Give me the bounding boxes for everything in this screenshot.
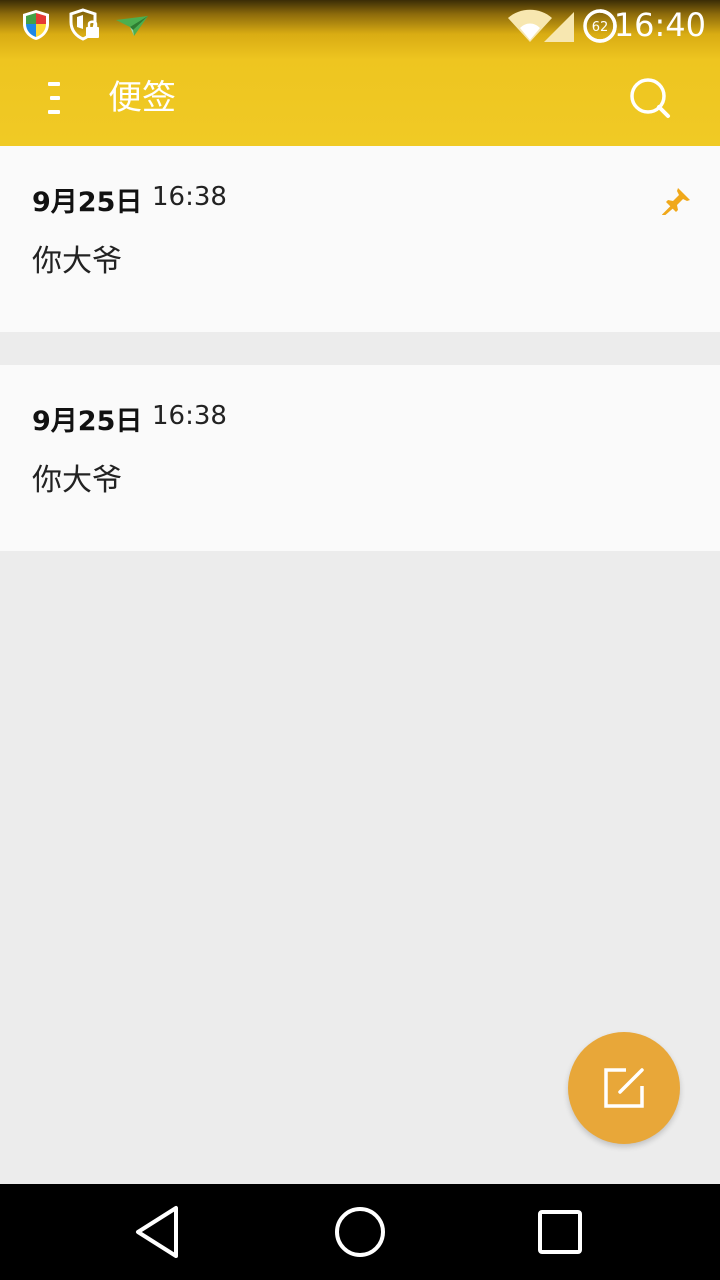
home-button[interactable] xyxy=(330,1202,390,1262)
note-list: 9月25日 16:38 你大爷 9月25日 16:38 你大爷 xyxy=(0,146,720,551)
menu-icon xyxy=(28,82,84,130)
search-button[interactable] xyxy=(624,72,676,124)
edit-note-icon xyxy=(604,1068,644,1108)
shield-icon xyxy=(20,8,54,42)
note-date: 9月25日 xyxy=(32,406,143,437)
app-bar: 便签 xyxy=(0,50,720,146)
new-note-button[interactable] xyxy=(568,1032,680,1144)
menu-button[interactable] xyxy=(28,70,84,126)
navigation-bar xyxy=(0,1184,720,1280)
recents-button[interactable] xyxy=(530,1202,590,1262)
back-button[interactable] xyxy=(130,1202,190,1262)
header: 62 16:40 便签 xyxy=(0,0,720,146)
status-bar: 62 16:40 xyxy=(0,0,720,50)
battery-icon: 62 xyxy=(582,8,618,44)
paper-plane-icon xyxy=(114,8,148,42)
note-date: 9月25日 xyxy=(32,187,143,218)
search-icon xyxy=(624,78,676,128)
security-lock-icon xyxy=(68,8,102,42)
note-card[interactable]: 9月25日 16:38 你大爷 xyxy=(0,146,720,332)
battery-level: 62 xyxy=(592,20,609,35)
recents-icon xyxy=(538,1210,582,1254)
note-time: 16:38 xyxy=(152,401,227,431)
pin-icon xyxy=(661,186,692,216)
wifi-signal-icon xyxy=(506,8,576,42)
home-icon xyxy=(335,1207,385,1257)
status-time: 16:40 xyxy=(613,6,706,44)
note-card[interactable]: 9月25日 16:38 你大爷 xyxy=(0,365,720,551)
back-icon xyxy=(136,1206,178,1258)
note-text: 你大爷 xyxy=(32,463,122,498)
app-root: 62 16:40 便签 9月25日 16:38 你大爷 9月25日 16:38 … xyxy=(0,0,720,1280)
page-title: 便签 xyxy=(108,78,176,118)
note-time: 16:38 xyxy=(152,182,227,212)
note-text: 你大爷 xyxy=(32,244,122,279)
